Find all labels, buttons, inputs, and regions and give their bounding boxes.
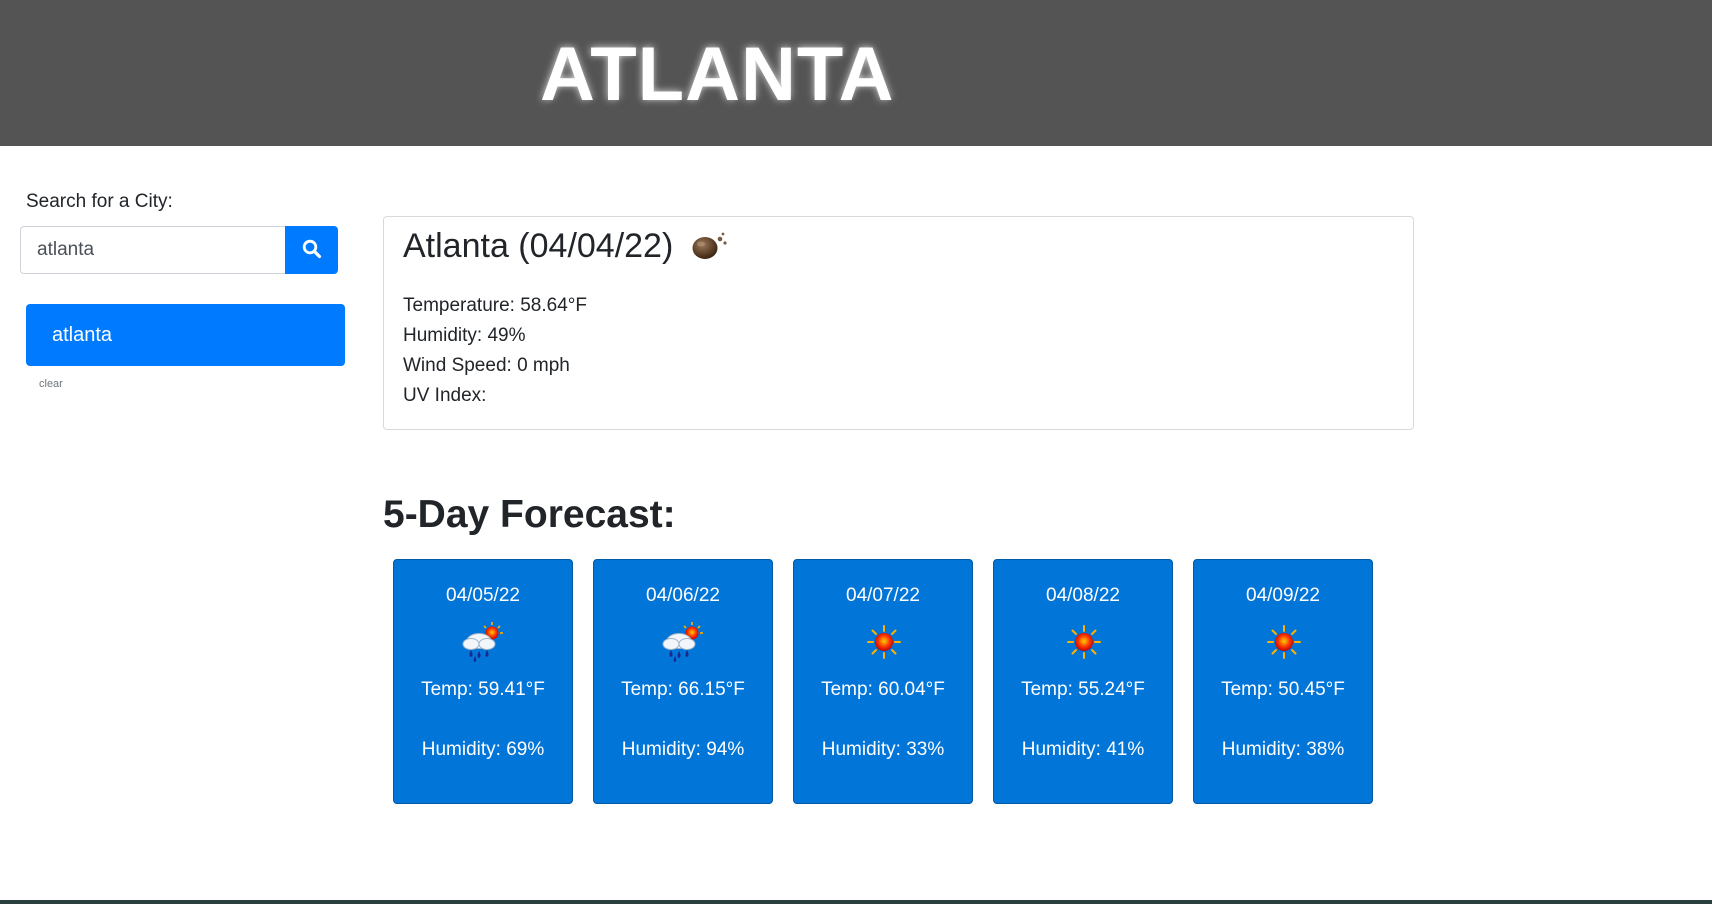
current-weather-card: Atlanta (04/04/22) Temperature: 58.64°F … — [383, 216, 1414, 430]
clear-history-link[interactable]: clear — [39, 378, 63, 390]
forecast-humidity: Humidity: 41% — [1021, 739, 1145, 760]
forecast-title: 5-Day Forecast: — [383, 493, 676, 536]
sun-icon — [1058, 620, 1110, 664]
page-header: ATLANTA — [0, 0, 1712, 146]
forecast-card: 04/07/22 Temp: 60.04°F Humidity: 33% — [793, 559, 973, 804]
current-uv-index: UV Index: — [403, 385, 487, 406]
page-title: ATLANTA — [540, 32, 895, 117]
current-humidity: Humidity: 49% — [403, 325, 526, 346]
sun-icon — [858, 620, 910, 664]
forecast-card: 04/05/22 Temp: 59.41°F Humidity: 69% — [393, 559, 573, 804]
search-button[interactable] — [285, 226, 338, 274]
forecast-humidity: Humidity: 94% — [621, 739, 745, 760]
forecast-date: 04/06/22 — [646, 585, 720, 606]
forecast-card: 04/06/22 Temp: 66.15°F Humidity: 94% — [593, 559, 773, 804]
broken-clouds-night-icon — [689, 229, 729, 263]
forecast-temp: Temp: 60.04°F — [821, 679, 945, 700]
forecast-temp: Temp: 66.15°F — [621, 679, 745, 700]
forecast-date: 04/07/22 — [846, 585, 920, 606]
current-weather-heading: Atlanta (04/04/22) — [403, 223, 729, 269]
forecast-date: 04/08/22 — [1046, 585, 1120, 606]
forecast-card: 04/08/22 Temp: 55.24°F Humidity: 41% — [993, 559, 1173, 804]
current-city-date: Atlanta (04/04/22) — [403, 227, 674, 265]
forecast-humidity: Humidity: 69% — [421, 739, 545, 760]
search-label: Search for a City: — [26, 191, 173, 212]
rain-sun-icon — [458, 620, 510, 664]
footer-divider — [0, 900, 1712, 904]
current-wind-speed: Wind Speed: 0 mph — [403, 355, 570, 376]
forecast-humidity: Humidity: 33% — [821, 739, 945, 760]
rain-sun-icon — [658, 620, 710, 664]
forecast-card: 04/09/22 Temp: 50.45°F Humidity: 38% — [1193, 559, 1373, 804]
search-input[interactable] — [20, 226, 286, 274]
forecast-date: 04/05/22 — [446, 585, 520, 606]
current-temperature: Temperature: 58.64°F — [403, 295, 587, 316]
sun-icon — [1258, 620, 1310, 664]
forecast-temp: Temp: 50.45°F — [1221, 679, 1345, 700]
history-item-atlanta[interactable]: atlanta — [26, 304, 345, 366]
forecast-temp: Temp: 59.41°F — [421, 679, 545, 700]
forecast-date: 04/09/22 — [1246, 585, 1320, 606]
forecast-humidity: Humidity: 38% — [1221, 739, 1345, 760]
forecast-temp: Temp: 55.24°F — [1021, 679, 1145, 700]
search-icon — [302, 239, 322, 262]
